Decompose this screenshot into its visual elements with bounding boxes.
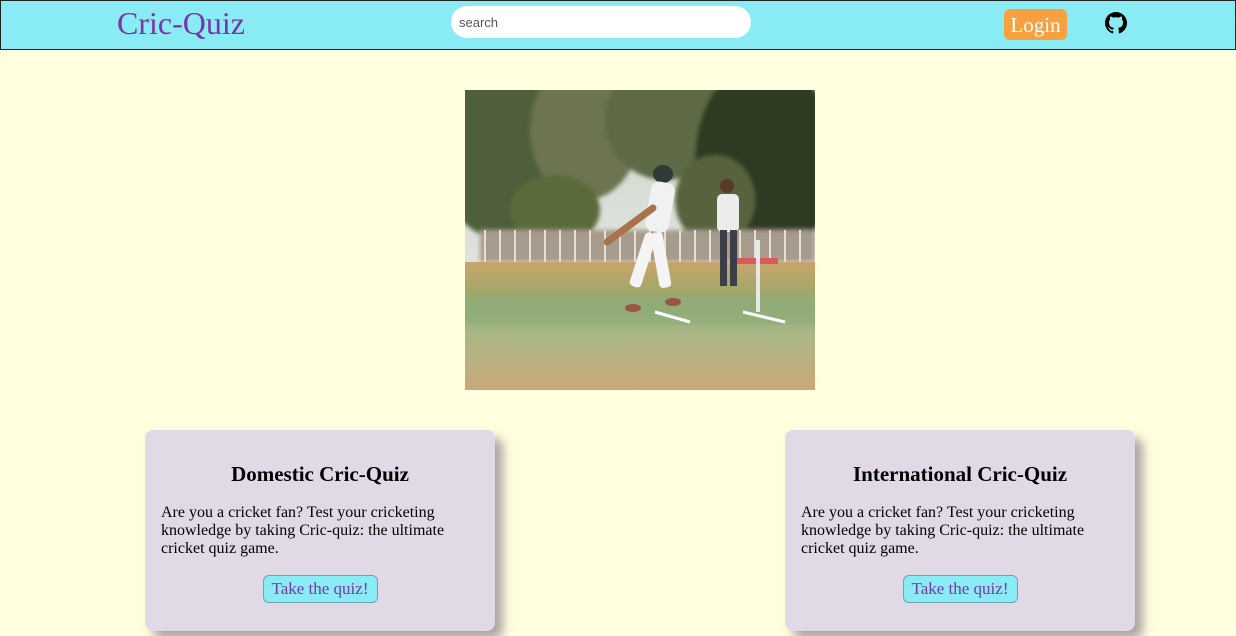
- take-quiz-button[interactable]: Take the quiz!: [262, 575, 378, 603]
- search-input[interactable]: [451, 6, 751, 38]
- card-description: Are you a cricket fan? Test your cricket…: [801, 504, 1085, 557]
- cricket-batsman-photo: [465, 90, 815, 390]
- navbar: Cric-Quiz Login: [0, 0, 1236, 50]
- take-quiz-button[interactable]: Take the quiz!: [902, 575, 1018, 603]
- card-description: Are you a cricket fan? Test your cricket…: [161, 504, 445, 557]
- domestic-quiz-card: Domestic Cric-Quiz Are you a cricket fan…: [145, 430, 495, 631]
- card-title: Domestic Cric-Quiz: [231, 462, 409, 486]
- card-title: International Cric-Quiz: [852, 462, 1068, 486]
- login-button[interactable]: Login: [1004, 9, 1067, 40]
- github-icon[interactable]: [1105, 12, 1127, 34]
- international-quiz-card: International Cric-Quiz Are you a cricke…: [785, 430, 1135, 631]
- brand-logo[interactable]: Cric-Quiz: [117, 5, 245, 42]
- hero-image: [465, 90, 815, 390]
